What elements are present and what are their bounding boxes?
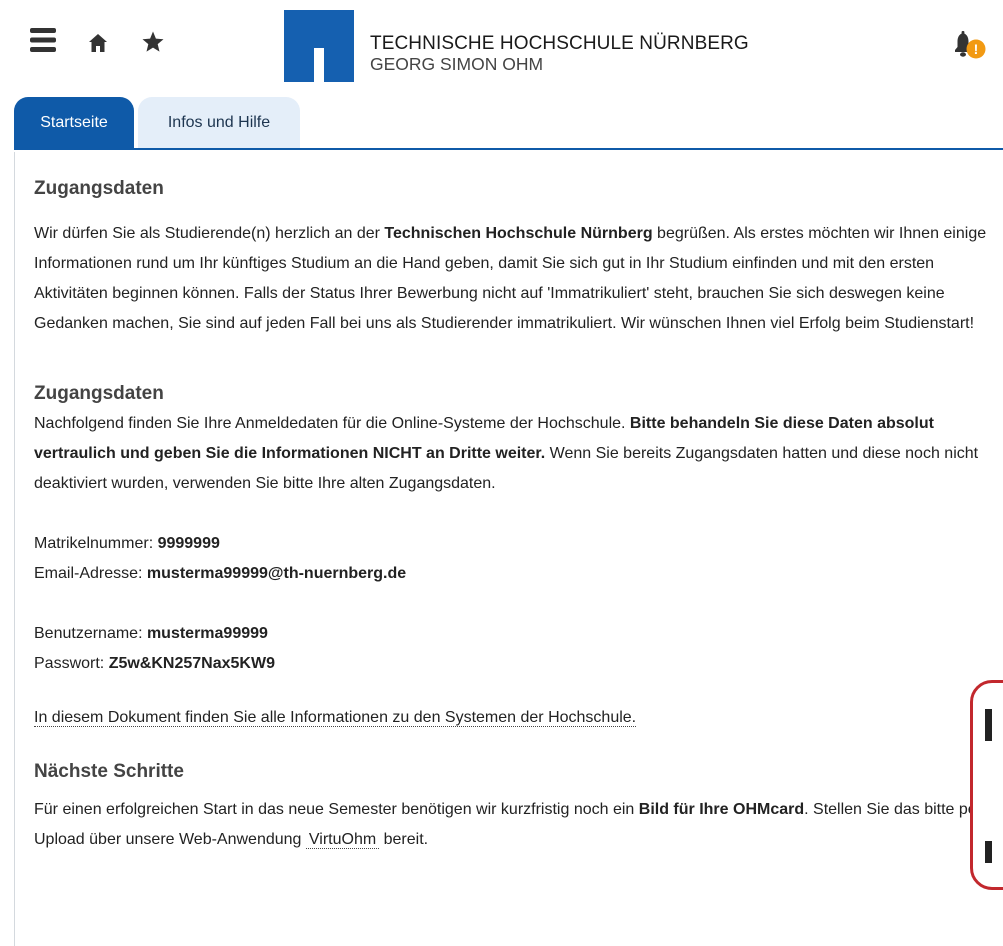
matrikel-label: Matrikelnummer:	[34, 535, 158, 552]
top-bar: TECHNISCHE HOCHSCHULE NÜRNBERG GEORG SIM…	[0, 0, 1003, 93]
password-value: Z5w&KN257Nax5KW9	[108, 655, 275, 672]
username-label: Benutzername:	[34, 625, 147, 642]
document-link[interactable]: In diesem Dokument finden Sie alle Infor…	[34, 709, 637, 727]
welcome-paragraph: Wir dürfen Sie als Studierende(n) herzli…	[34, 219, 999, 339]
side-callout-box	[970, 680, 1003, 890]
alert-badge-text: !	[973, 41, 979, 57]
next-steps-text-bold: Bild für Ihre OHMcard	[638, 801, 805, 818]
username-line: Benutzername: musterma99999	[34, 619, 999, 649]
content-panel: Zugangsdaten Wir dürfen Sie als Studiere…	[14, 152, 1003, 946]
password-label: Passwort:	[34, 655, 109, 672]
notifications-button[interactable]: !	[954, 31, 988, 61]
email-line: Email-Adresse: musterma99999@th-nuernber…	[34, 559, 999, 589]
tab-underline	[14, 148, 1003, 150]
callout-mark-top	[985, 709, 992, 741]
doc-link-line: In diesem Dokument finden Sie alle Infor…	[34, 703, 999, 733]
tab-bar: Startseite Infos und Hilfe	[14, 97, 1003, 149]
section-heading-zugangsdaten-2: Zugangsdaten	[34, 383, 164, 404]
university-logo	[284, 10, 354, 82]
welcome-text-a: Wir dürfen Sie als Studierende(n) herzli…	[34, 225, 385, 242]
university-name-line2: GEORG SIMON OHM	[370, 54, 544, 74]
next-steps-text-c: bereit.	[379, 831, 429, 848]
username-value: musterma99999	[146, 625, 268, 642]
callout-mark-bottom	[985, 841, 992, 863]
next-steps-paragraph: Für einen erfolgreichen Start in das neu…	[34, 795, 999, 855]
content-body: Zugangsdaten Wir dürfen Sie als Studiere…	[34, 152, 999, 855]
email-value: musterma99999@th-nuernberg.de	[146, 565, 407, 582]
tab-startseite[interactable]: Startseite	[14, 97, 134, 149]
matrikel-value: 9999999	[157, 535, 220, 552]
university-name-line1: TECHNISCHE HOCHSCHULE NÜRNBERG	[370, 33, 749, 54]
university-name: TECHNISCHE HOCHSCHULE NÜRNBERG GEORG SIM…	[370, 34, 749, 74]
matrikel-line: Matrikelnummer: 9999999	[34, 529, 999, 559]
welcome-text-bold: Technischen Hochschule Nürnberg	[384, 225, 653, 242]
menu-icon[interactable]	[30, 27, 56, 53]
credentials-intro-paragraph: Nachfolgend finden Sie Ihre Anmeldedaten…	[34, 409, 999, 499]
virtuohm-link[interactable]: VirtuOhm	[305, 831, 380, 849]
section-heading-naechste-schritte: Nächste Schritte	[34, 761, 184, 782]
home-icon[interactable]	[87, 32, 109, 54]
credentials-intro-text-a: Nachfolgend finden Sie Ihre Anmeldedaten…	[34, 415, 630, 432]
next-steps-text-a: Für einen erfolgreichen Start in das neu…	[34, 801, 639, 818]
email-label: Email-Adresse:	[34, 565, 147, 582]
star-icon[interactable]	[141, 30, 165, 54]
tab-infos-und-hilfe[interactable]: Infos und Hilfe	[138, 97, 300, 149]
password-line: Passwort: Z5w&KN257Nax5KW9	[34, 649, 999, 679]
section-heading-zugangsdaten-1: Zugangsdaten	[34, 178, 164, 199]
